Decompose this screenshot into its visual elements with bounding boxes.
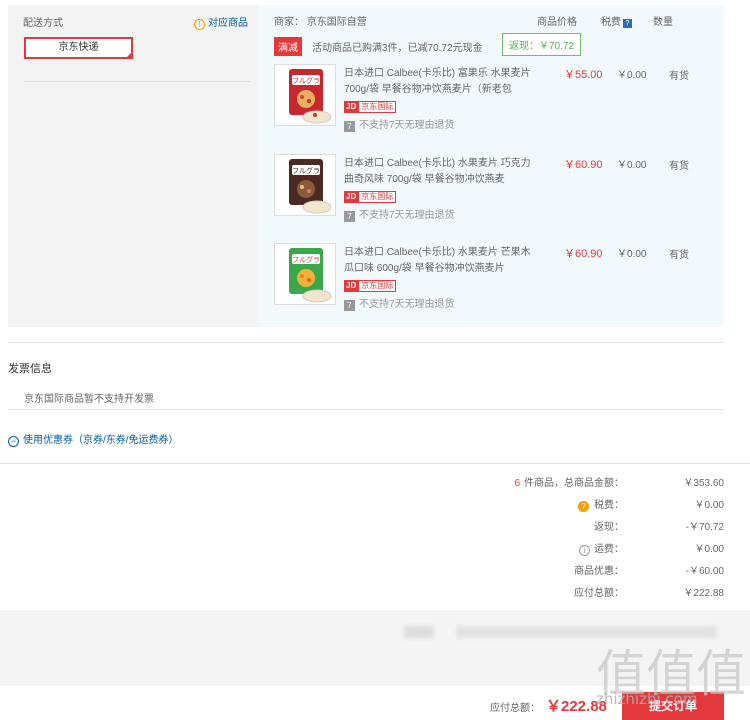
- item-count-label: 件商品，总商品金额：: [524, 478, 624, 489]
- no-return-icon: 7: [344, 121, 355, 132]
- stock-status: 有货: [669, 250, 689, 261]
- svg-text:フルグラ: フルグラ: [292, 255, 320, 264]
- shop-panel: 商家： 京东国际自营 商品价格 税费? 数量 满减 活动商品已购满3件，已减70…: [258, 5, 724, 327]
- cart-item: フルグラ 日本进口 Calbee(卡乐比) 水果麦片 芒果木瓜口味 600g/袋…: [274, 243, 714, 313]
- jd-international-badge: JD 京东国际: [344, 191, 397, 203]
- summary-payable-label: 应付总额：: [574, 588, 624, 599]
- summary-rebate-value: -￥70.72: [685, 522, 724, 533]
- product-price: ￥60.90: [564, 248, 603, 260]
- stock-status: 有货: [669, 161, 689, 172]
- product-tax: ￥0.00: [617, 160, 647, 171]
- jd-logo-icon: JD: [344, 280, 359, 292]
- divider: [0, 463, 750, 464]
- summary-total-goods-label: 6 件商品，总商品金额：: [514, 474, 624, 489]
- jd-logo-icon: JD: [344, 101, 359, 113]
- product-tax: ￥0.00: [617, 70, 647, 81]
- no-return-text: 不支持7天无理由退货: [359, 210, 455, 221]
- shipping-option-jd-express[interactable]: 京东快递: [24, 37, 133, 59]
- product-price: ￥55.00: [564, 69, 603, 81]
- summary-rebate-label: 返现：: [594, 522, 624, 533]
- seller-label: 商家：: [274, 17, 304, 28]
- summary-shipping: i 运费： ￥0.00: [324, 540, 724, 556]
- summary-payable: 应付总额： ￥222.88: [324, 584, 724, 599]
- no-return-text: 不支持7天无理由退货: [359, 299, 455, 310]
- product-name[interactable]: 日本进口 Calbee(卡乐比) 水果麦片 巧克力曲奇风味 700g/袋 早餐谷…: [344, 156, 532, 188]
- info-icon[interactable]: i: [579, 545, 590, 556]
- invoice-text: 京东国际商品暂不支持开发票: [24, 394, 154, 405]
- no-return-icon: 7: [344, 300, 355, 311]
- jd-logo-icon: JD: [344, 191, 359, 203]
- stock-status: 有货: [669, 71, 689, 82]
- product-price: ￥60.90: [564, 159, 603, 171]
- summary-discount-label: 商品优惠：: [574, 566, 624, 577]
- jd-intl-label: 京东国际: [358, 280, 397, 292]
- promo-tag: 满减: [274, 37, 302, 56]
- summary-discount: 商品优惠： -￥60.00: [324, 562, 724, 577]
- summary-discount-value: -￥60.00: [685, 566, 724, 577]
- delivery-panel: 配送方式 ! 对应商品 京东快递: [8, 5, 258, 327]
- summary-tax: ? 税费： ￥0.00: [324, 496, 724, 512]
- footer-total-label: 应付总额：: [490, 703, 540, 714]
- summary-total-goods: 6 件商品，总商品金额： ￥353.60: [324, 474, 724, 489]
- jd-intl-label: 京东国际: [358, 191, 397, 203]
- watermark-url: zhizhizhi.com: [596, 690, 698, 708]
- jd-intl-label: 京东国际: [358, 101, 397, 113]
- column-header-price: 商品价格: [537, 17, 577, 28]
- summary-rebate: 返现： -￥70.72: [324, 518, 724, 533]
- column-header-tax-label: 税费: [601, 17, 621, 28]
- no-return-notice: 7 不支持7天无理由退货: [344, 116, 455, 132]
- column-header-qty: 数量: [653, 17, 673, 28]
- summary-shipping-label-text: 运费：: [594, 544, 624, 555]
- summary-shipping-label: i 运费：: [579, 540, 624, 556]
- match-items-label: 对应商品: [208, 18, 248, 29]
- summary-shipping-value: ￥0.00: [694, 544, 724, 555]
- product-thumbnail[interactable]: フルグラ: [274, 64, 336, 126]
- jd-international-badge: JD 京东国际: [344, 280, 397, 292]
- summary-tax-value: ￥0.00: [694, 500, 724, 511]
- no-return-icon: 7: [344, 211, 355, 222]
- cereal-bag-icon: フルグラ: [289, 159, 332, 214]
- seller-info: 商家： 京东国际自营: [274, 13, 367, 28]
- delivery-title: 配送方式: [23, 18, 63, 29]
- summary-tax-label: ? 税费：: [578, 496, 624, 512]
- selected-corner-icon: [125, 51, 133, 59]
- summary-payable-value: ￥222.88: [683, 588, 724, 599]
- no-return-notice: 7 不支持7天无理由退货: [344, 295, 455, 311]
- product-tax: ￥0.00: [617, 249, 647, 260]
- product-name[interactable]: 日本进口 Calbee(卡乐比) 富果乐 水果麦片700g/袋 早餐谷物冲饮燕麦…: [344, 66, 532, 98]
- jd-international-badge: JD 京东国际: [344, 101, 397, 113]
- product-name[interactable]: 日本进口 Calbee(卡乐比) 水果麦片 芒果木瓜口味 600g/袋 早餐谷物…: [344, 245, 532, 277]
- shipping-option-label: 京东快递: [58, 42, 99, 53]
- svg-text:フルグラ: フルグラ: [292, 166, 320, 175]
- cereal-bag-icon: フルグラ: [289, 69, 332, 124]
- seller-name: 京东国际自营: [306, 17, 367, 28]
- svg-text:フルグラ: フルグラ: [292, 76, 320, 85]
- collapse-icon: −: [8, 436, 19, 447]
- use-coupon-label: 使用优惠券（京券/东券/免运费券）: [23, 435, 179, 446]
- summary-total-goods-value: ￥353.60: [683, 478, 724, 489]
- product-thumbnail[interactable]: フルグラ: [274, 243, 336, 305]
- divider: [24, 81, 250, 82]
- use-coupon-link[interactable]: − 使用优惠券（京券/东券/免运费券）: [8, 431, 179, 447]
- no-return-notice: 7 不支持7天无理由退货: [344, 206, 455, 222]
- invoice-title: 发票信息: [8, 363, 52, 375]
- promo-text: 活动商品已购满3件，已减70.72元现金: [312, 43, 483, 54]
- match-items-link[interactable]: ! 对应商品: [194, 14, 248, 30]
- tax-info-icon[interactable]: ?: [578, 501, 589, 512]
- warning-icon: !: [194, 19, 205, 30]
- divider: [8, 409, 724, 410]
- cart-item: フルグラ 日本进口 Calbee(卡乐比) 富果乐 水果麦片700g/袋 早餐谷…: [274, 64, 714, 134]
- cart-item: フルグラ 日本进口 Calbee(卡乐比) 水果麦片 巧克力曲奇风味 700g/…: [274, 154, 714, 224]
- rebate-badge: 返现：￥70.72: [502, 33, 582, 56]
- blurred-text: [404, 626, 434, 638]
- item-count: 6: [514, 478, 520, 489]
- cereal-bag-icon: フルグラ: [289, 248, 332, 303]
- help-icon[interactable]: ?: [623, 19, 632, 28]
- summary-tax-label-text: 税费：: [594, 500, 624, 511]
- column-header-tax: 税费?: [601, 13, 632, 28]
- product-thumbnail[interactable]: フルグラ: [274, 154, 336, 216]
- no-return-text: 不支持7天无理由退货: [359, 120, 455, 131]
- divider: [8, 342, 724, 343]
